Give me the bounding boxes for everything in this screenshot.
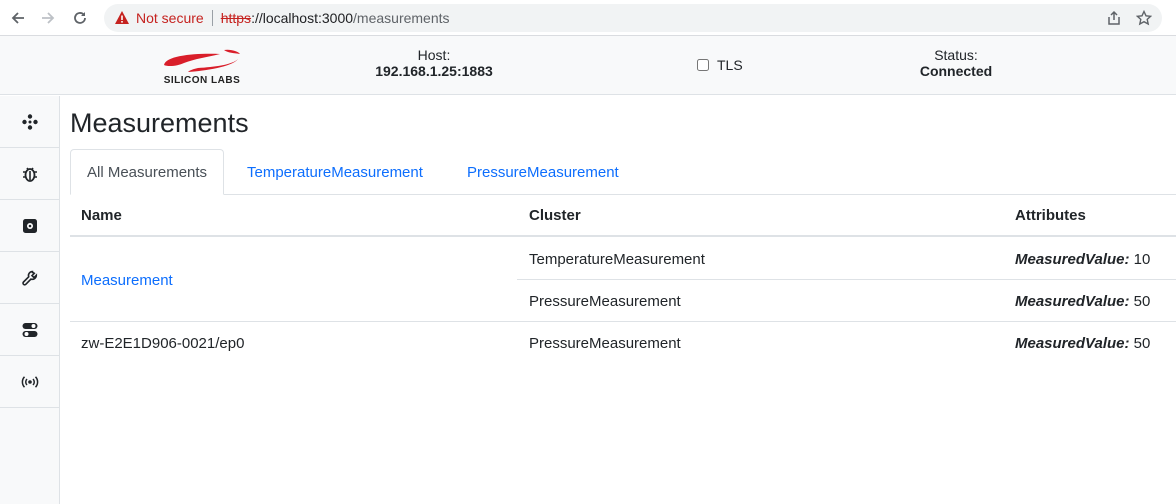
share-icon[interactable] xyxy=(1106,10,1122,29)
attribute-key: MeasuredValue: xyxy=(1015,335,1130,352)
reload-button[interactable] xyxy=(68,6,92,30)
url-scheme: https xyxy=(220,10,252,26)
table-cell-attribute: MeasuredValue: 10 xyxy=(1015,251,1150,268)
attribute-value: 50 xyxy=(1133,293,1151,310)
url-path: /measurements xyxy=(353,10,450,26)
sidebar-item-debug[interactable] xyxy=(0,148,59,200)
tab-all-measurements[interactable]: All Measurements xyxy=(70,149,225,195)
host-label: Host: xyxy=(417,47,451,63)
warning-icon xyxy=(114,10,130,26)
security-label[interactable]: Not secure xyxy=(136,10,204,26)
tls-label: TLS xyxy=(717,57,743,73)
page-title: Measurements xyxy=(70,108,249,138)
address-bar[interactable]: Not secure https ://localhost:3000 /meas… xyxy=(104,4,1162,32)
wrench-icon xyxy=(21,270,37,286)
silicon-labs-logo-mark xyxy=(164,49,240,72)
status-value: Connected xyxy=(919,63,993,79)
sidebar-item-tools[interactable] xyxy=(0,252,59,304)
row-divider xyxy=(517,279,1176,280)
sidebar-item-broadcast[interactable] xyxy=(0,356,59,408)
toggles-icon xyxy=(22,322,37,337)
tls-toggle[interactable]: TLS xyxy=(697,57,743,73)
host-value: 192.168.1.25:1883 xyxy=(375,63,493,79)
cluster-icon xyxy=(22,218,37,233)
forward-button[interactable] xyxy=(36,6,60,30)
reload-icon xyxy=(74,12,86,24)
sidebar-item-clusters[interactable] xyxy=(0,200,59,252)
attribute-key: MeasuredValue: xyxy=(1015,251,1130,268)
bookmark-star-icon[interactable] xyxy=(1135,9,1153,29)
tab-pressure-measurement[interactable]: PressureMeasurement xyxy=(451,149,635,195)
url-host: ://localhost:3000 xyxy=(251,10,354,26)
column-header-cluster: Cluster xyxy=(529,207,581,224)
table-header: Name Cluster Attributes xyxy=(70,195,1176,237)
table-cell-cluster: TemperatureMeasurement xyxy=(529,251,705,268)
back-button[interactable] xyxy=(6,6,30,30)
silicon-labs-logo[interactable]: SILICON LABS xyxy=(158,45,246,89)
back-arrow-icon xyxy=(11,12,24,24)
sidebar-item-toggles[interactable] xyxy=(0,304,59,356)
bug-icon xyxy=(22,167,37,182)
forward-arrow-icon xyxy=(42,12,55,24)
broadcast-icon xyxy=(21,375,38,388)
column-header-attributes: Attributes xyxy=(1015,207,1086,224)
status-info: Status: Connected xyxy=(906,47,1006,79)
browser-toolbar: Not secure https ://localhost:3000 /meas… xyxy=(0,0,1176,36)
status-label: Status: xyxy=(934,47,978,63)
attribute-value: 10 xyxy=(1133,251,1151,268)
app-header: SILICON LABS Host: 192.168.1.25:1883 TLS… xyxy=(0,36,1176,95)
row-divider xyxy=(70,321,1176,322)
omnibox-actions xyxy=(1106,9,1153,29)
table-cell-attribute: MeasuredValue: 50 xyxy=(1015,335,1150,352)
attribute-value: 50 xyxy=(1133,335,1151,352)
logo-text: SILICON LABS xyxy=(163,75,241,86)
table-cell-attribute: MeasuredValue: 50 xyxy=(1015,293,1150,310)
tab-temperature-measurement[interactable]: TemperatureMeasurement xyxy=(231,149,439,195)
host-info: Host: 192.168.1.25:1883 xyxy=(366,47,502,79)
sidebar xyxy=(0,96,60,504)
node-name: zw-E2E1D906-0021/ep0 xyxy=(81,335,245,352)
measurement-tabs: All Measurements TemperatureMeasurement … xyxy=(70,149,1176,195)
sidebar-item-nodes[interactable] xyxy=(0,96,59,148)
node-link-measurement[interactable]: Measurement xyxy=(81,272,173,289)
table-cell-cluster: PressureMeasurement xyxy=(529,293,681,310)
nodes-icon xyxy=(21,113,38,130)
omnibox-divider xyxy=(211,10,213,26)
column-header-name: Name xyxy=(81,207,122,224)
table-cell-cluster: PressureMeasurement xyxy=(529,335,681,352)
tls-checkbox[interactable] xyxy=(697,59,709,71)
attribute-key: MeasuredValue: xyxy=(1015,293,1130,310)
